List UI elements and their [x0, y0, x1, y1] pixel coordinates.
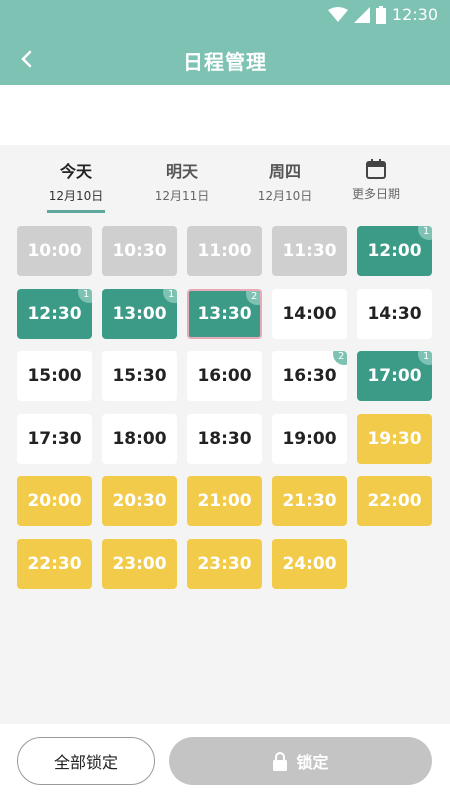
time-slot-label: 15:00 [27, 366, 82, 387]
time-slot-label: 10:00 [27, 241, 82, 261]
time-slot-label: 10:30 [112, 241, 167, 261]
time-slot[interactable]: 22:00 [357, 476, 432, 527]
page-title: 日程管理 [183, 50, 267, 74]
time-slot[interactable]: 21:00 [187, 476, 262, 527]
lock-button[interactable]: 锁定 [169, 737, 432, 785]
time-slot-label: 14:00 [282, 303, 337, 324]
time-slot[interactable]: 19:00 [272, 413, 347, 464]
battery-icon [376, 6, 386, 24]
tab-date: 12月11日 [154, 189, 210, 203]
count-badge-label: 1 [423, 351, 430, 363]
time-slot: 10:00 [17, 226, 92, 276]
time-slot-label: 16:00 [197, 366, 252, 387]
time-slot[interactable]: 18:00 [102, 413, 177, 464]
time-slot[interactable]: 13:00 1 [102, 288, 177, 339]
bottom-bar: 全部锁定 锁定 [0, 724, 450, 800]
time-slot-label: 18:30 [197, 428, 252, 449]
date-tabs: 今天 12月10日 明天 12月11日 周四 12月10日 更多日期 [0, 150, 450, 213]
time-slot-label: 17:30 [27, 428, 82, 449]
time-slot-label: 20:30 [112, 491, 167, 512]
time-slot[interactable]: 17:00 1 [357, 351, 432, 402]
count-badge: 1 [418, 351, 432, 366]
count-badge-label: 1 [168, 288, 175, 300]
tab-label: 明天 [165, 162, 198, 181]
time-slot-label: 22:30 [27, 554, 82, 574]
lock-icon [273, 752, 288, 771]
time-slot-label: 19:00 [282, 428, 337, 449]
active-tab-indicator [47, 210, 105, 213]
banner-area [0, 85, 450, 145]
time-slot-label: 17:00 [367, 366, 422, 387]
count-badge-label: 2 [251, 290, 258, 302]
wifi-icon [328, 7, 348, 22]
count-badge: 1 [78, 288, 92, 303]
time-slot[interactable]: 12:00 1 [357, 226, 432, 276]
tab-date: 12月10日 [257, 189, 313, 203]
tab-label: 今天 [59, 162, 92, 181]
tab-more-dates[interactable]: 更多日期 [331, 158, 421, 202]
time-slot-label: 13:00 [112, 303, 167, 324]
time-slot[interactable]: 19:30 [357, 413, 432, 464]
time-slot-label: 19:30 [367, 428, 422, 449]
time-slot[interactable]: 16:30 2 [272, 351, 347, 402]
time-slot-label: 15:30 [112, 366, 167, 387]
time-slot[interactable]: 24:00 [272, 539, 347, 589]
time-slot-label: 23:30 [197, 554, 252, 574]
time-slot-label: 23:00 [112, 554, 167, 574]
time-slot[interactable]: 14:30 [357, 288, 432, 339]
time-slot[interactable]: 17:30 [17, 413, 92, 464]
time-slot[interactable]: 22:30 [17, 539, 92, 589]
tab-label: 周四 [268, 162, 301, 181]
time-slot[interactable]: 21:30 [272, 476, 347, 527]
time-slot[interactable]: 20:30 [102, 476, 177, 527]
time-slot-label: 16:30 [282, 366, 337, 387]
tab-date: 更多日期 [351, 187, 400, 201]
count-badge-label: 1 [423, 226, 430, 237]
time-slot[interactable]: 12:30 1 [17, 288, 92, 339]
time-slot[interactable]: 18:30 [187, 413, 262, 464]
status-bar: 12:30 [0, 0, 450, 30]
status-icons [328, 6, 386, 24]
time-slot-label: 11:00 [197, 241, 252, 261]
count-badge: 2 [333, 351, 347, 366]
time-slot[interactable]: 15:00 [17, 351, 92, 402]
count-badge-label: 2 [338, 351, 345, 363]
count-badge-label: 1 [83, 288, 90, 300]
tab-date: 12月10日 [48, 189, 104, 203]
time-slot[interactable]: 14:00 [272, 288, 347, 339]
signal-icon [354, 7, 370, 23]
time-slot-label: 21:00 [197, 491, 252, 512]
count-badge: 1 [163, 288, 177, 303]
time-slot-label: 13:30 [197, 303, 252, 324]
time-slot-label: 14:30 [367, 303, 422, 324]
time-slot-label: 24:00 [282, 554, 337, 574]
time-slot: 11:30 [272, 226, 347, 276]
time-slot: 11:00 [187, 226, 262, 276]
time-slot: 10:30 [102, 226, 177, 276]
time-slot[interactable]: 13:30 2 [187, 288, 262, 339]
time-slot-label: 20:00 [27, 491, 82, 512]
app-header: 12:30 日程管理 [0, 0, 450, 85]
time-slot[interactable]: 23:00 [102, 539, 177, 589]
time-slot-label: 21:30 [282, 491, 337, 512]
lock-all-label: 全部锁定 [53, 753, 118, 772]
time-slot[interactable]: 20:00 [17, 476, 92, 527]
tab-thursday[interactable]: 周四 12月10日 [240, 158, 330, 204]
lock-all-button[interactable]: 全部锁定 [17, 737, 155, 785]
count-badge: 1 [418, 226, 432, 240]
time-slot[interactable]: 23:30 [187, 539, 262, 589]
status-time: 12:30 [391, 5, 438, 24]
tab-today[interactable]: 今天 12月10日 [31, 158, 121, 213]
tab-tomorrow[interactable]: 明天 12月11日 [137, 158, 227, 204]
time-slot[interactable]: 16:00 [187, 351, 262, 402]
time-slot-label: 22:00 [367, 491, 422, 512]
count-badge: 2 [246, 290, 260, 305]
lock-label: 锁定 [296, 753, 329, 772]
calendar-icon [366, 159, 386, 179]
time-slot[interactable]: 15:30 [102, 351, 177, 402]
time-slot-label: 18:00 [112, 428, 167, 449]
time-slot-label: 12:30 [27, 303, 82, 324]
time-slot-label: 11:30 [282, 241, 337, 261]
time-slot-label: 12:00 [367, 241, 422, 261]
